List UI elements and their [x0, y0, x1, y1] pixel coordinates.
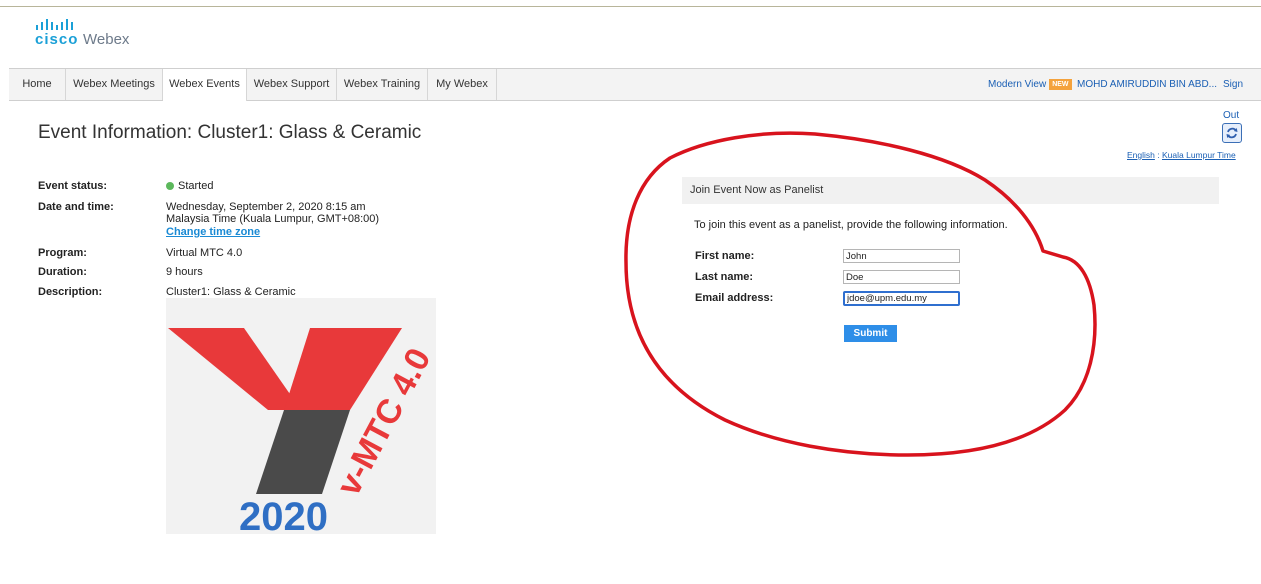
change-time-zone-link[interactable]: Change time zone	[166, 226, 260, 238]
webex-wordmark: Webex	[83, 31, 130, 48]
tab-webex-training[interactable]: Webex Training	[337, 69, 428, 100]
duration-value: 9 hours	[166, 266, 203, 278]
user-name-link[interactable]: MOHD AMIRUDDIN BIN ABD...	[1077, 69, 1217, 100]
description-label: Description:	[38, 286, 103, 298]
join-instructions: To join this event as a panelist, provid…	[694, 219, 1008, 231]
top-navigation-bar: Home Webex Meetings Webex Events Webex S…	[9, 68, 1261, 121]
description-value: Cluster1: Glass & Ceramic	[166, 286, 296, 298]
tab-my-webex[interactable]: My Webex	[428, 69, 497, 100]
logo-year-text: 2020	[239, 495, 328, 534]
language-timezone-links: English : Kuala Lumpur Time	[1127, 150, 1236, 160]
language-separator: :	[1154, 150, 1162, 160]
date-time-line2: Malaysia Time (Kuala Lumpur, GMT+08:00)	[166, 213, 380, 225]
language-link[interactable]: English	[1127, 150, 1155, 160]
last-name-label: Last name:	[695, 271, 754, 283]
cisco-bars-icon	[36, 19, 73, 30]
duration-label: Duration:	[38, 266, 87, 278]
top-divider	[0, 6, 1261, 7]
tab-webex-events[interactable]: Webex Events	[163, 69, 247, 101]
vmtc-event-logo-image: v-MTC 4.0 2020	[166, 298, 436, 534]
refresh-icon	[1226, 127, 1238, 139]
event-status-value: Started	[166, 180, 213, 192]
email-field[interactable]	[843, 291, 960, 306]
modern-view-label: Modern View	[988, 79, 1047, 90]
last-name-field[interactable]	[843, 270, 960, 284]
program-value: Virtual MTC 4.0	[166, 247, 243, 259]
status-green-dot-icon	[166, 182, 174, 190]
event-status-label: Event status:	[38, 180, 108, 192]
modern-view-link[interactable]: Modern View NEW	[988, 69, 1072, 100]
date-time-line1: Wednesday, September 2, 2020 8:15 am	[166, 201, 366, 213]
event-status-text: Started	[178, 180, 214, 192]
cisco-wordmark: cisco	[35, 31, 79, 48]
submit-button[interactable]: Submit	[844, 325, 897, 342]
first-name-field[interactable]	[843, 249, 960, 263]
program-label: Program:	[38, 247, 87, 259]
new-badge: NEW	[1049, 78, 1072, 90]
date-time-label: Date and time:	[38, 201, 114, 213]
sign-out-link[interactable]: Sign Out	[1223, 69, 1261, 121]
timezone-link[interactable]: Kuala Lumpur Time	[1162, 150, 1236, 160]
join-panel-header: Join Event Now as Panelist	[682, 177, 1219, 204]
email-label: Email address:	[695, 292, 774, 304]
refresh-button[interactable]	[1222, 123, 1242, 143]
tab-home[interactable]: Home	[9, 69, 66, 100]
tab-webex-meetings[interactable]: Webex Meetings	[66, 69, 163, 100]
tab-webex-support[interactable]: Webex Support	[247, 69, 337, 100]
page-title: Event Information: Cluster1: Glass & Cer…	[38, 122, 422, 143]
first-name-label: First name:	[695, 250, 755, 262]
